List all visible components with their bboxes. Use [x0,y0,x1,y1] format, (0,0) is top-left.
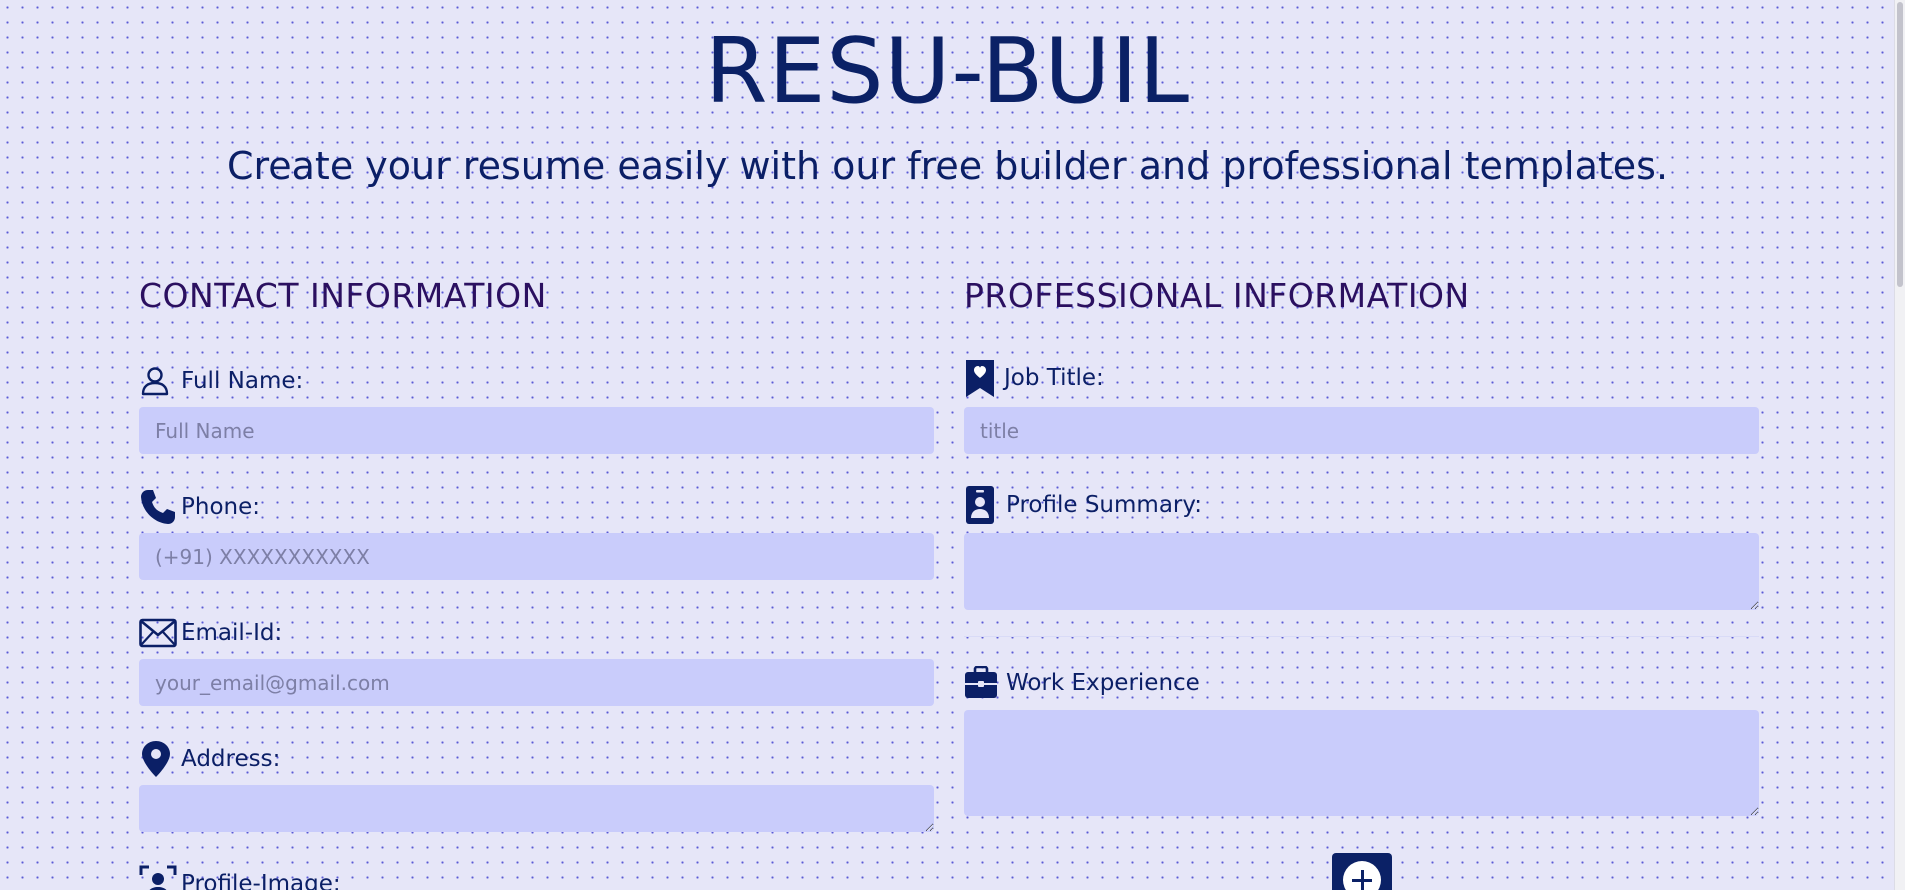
email-input[interactable] [139,659,934,706]
professional-section-heading: PROFESSIONAL INFORMATION [964,276,1470,315]
phone-input[interactable] [139,533,934,580]
profile-image-label-text: Profile-Image: [181,871,341,890]
section-divider [964,636,1759,637]
email-label: Email-Id: [139,613,282,653]
resume-builder-page: RESU-BUIL Create your resume easily with… [0,0,1895,890]
job-title-label: Job Title: [964,358,1104,398]
work-experience-label-text: Work Experience [1006,670,1200,696]
full-name-input[interactable] [139,407,934,454]
work-experience-textarea[interactable] [964,710,1759,816]
briefcase-icon [964,663,1002,703]
address-label-text: Address: [181,746,281,772]
address-label: Address: [139,739,280,779]
contact-section-heading: CONTACT INFORMATION [139,276,547,315]
plus-circle-icon [1343,861,1381,890]
app-tagline: Create your resume easily with our free … [226,144,1669,188]
full-name-label: Full Name: [139,361,303,401]
scrollbar-thumb[interactable] [1897,2,1903,287]
phone-label: Phone: [139,487,260,527]
full-name-label-text: Full Name: [181,368,304,394]
profile-summary-label: Profile Summary: [964,485,1202,525]
profile-image-icon [139,864,177,890]
phone-icon [139,487,177,527]
profile-image-label: Profile-Image: [139,864,341,890]
job-title-label-text: Job Title: [1004,365,1104,391]
email-label-text: Email-Id: [181,620,283,646]
work-experience-label: Work Experience [964,663,1200,703]
bookmark-heart-icon [964,358,1000,398]
map-pin-icon [139,739,177,779]
profile-summary-textarea[interactable] [964,533,1759,610]
page-scrollbar[interactable] [1894,0,1905,890]
add-experience-button[interactable] [1332,853,1392,890]
user-icon [139,361,177,401]
address-textarea[interactable] [139,785,934,832]
job-title-input[interactable] [964,407,1759,454]
id-badge-icon [964,485,1002,525]
profile-summary-label-text: Profile Summary: [1006,492,1203,518]
app-title: RESU-BUIL [705,19,1190,124]
envelope-icon [139,613,177,653]
phone-label-text: Phone: [181,494,260,520]
